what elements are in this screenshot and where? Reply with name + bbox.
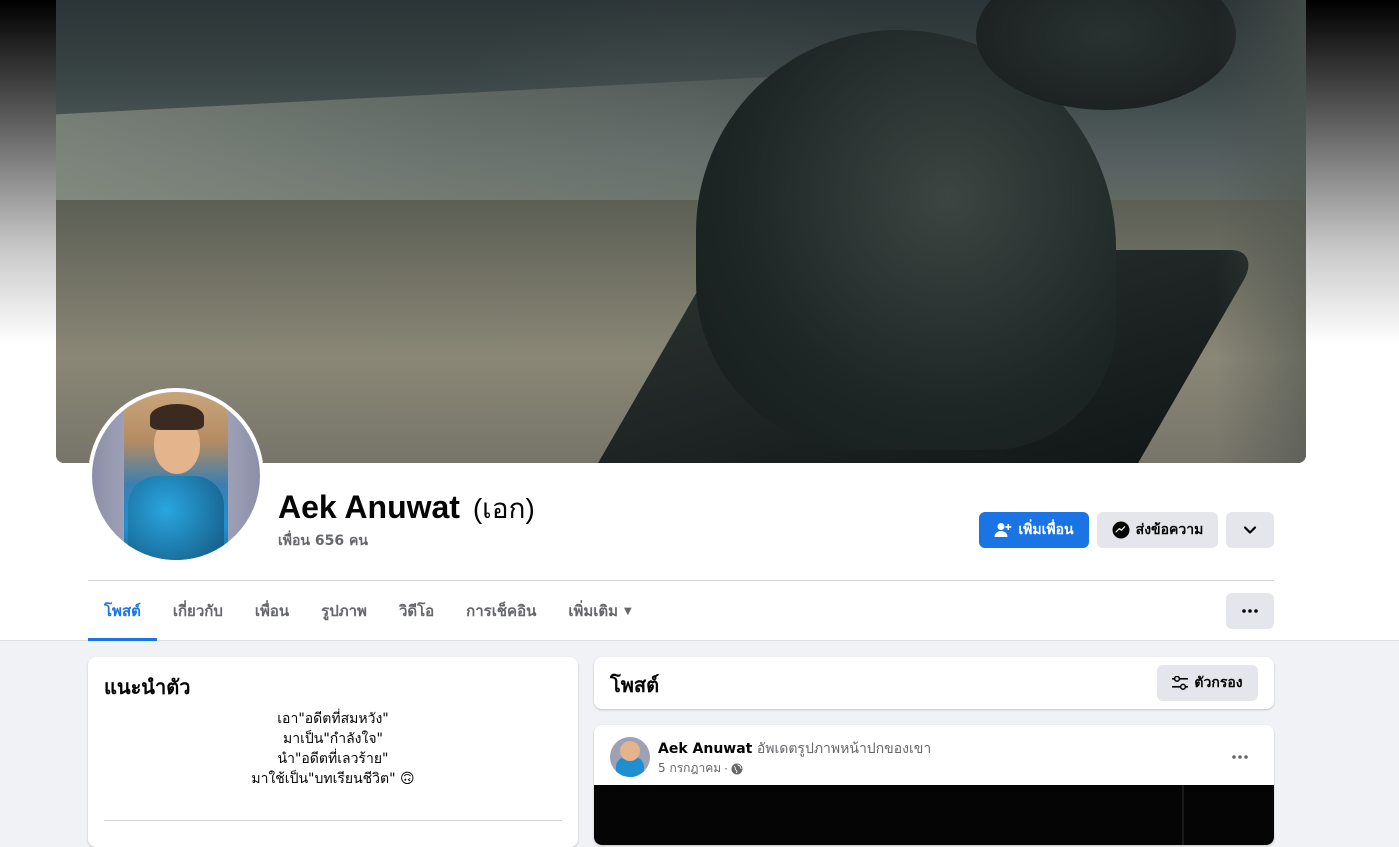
posts-header-card: โพสต์ ตัวกรอง xyxy=(594,657,1274,709)
filter-label: ตัวกรอง xyxy=(1194,675,1243,691)
bio-line: มาใช้เป็น"บทเรียนชีวิต" 🙃 xyxy=(251,771,415,787)
post-media[interactable] xyxy=(594,785,1274,845)
messenger-icon xyxy=(1112,521,1130,539)
ellipsis-icon xyxy=(1232,755,1248,759)
post-date[interactable]: 5 กรกฎาคม xyxy=(658,759,721,778)
bio-line: มาเป็น"กำลังใจ" xyxy=(282,731,383,747)
filter-button[interactable]: ตัวกรอง xyxy=(1157,665,1258,701)
chevron-down-icon xyxy=(1243,525,1257,535)
message-button[interactable]: ส่งข้อความ xyxy=(1097,512,1218,548)
post-meta: 5 กรกฎาคม · xyxy=(658,759,743,778)
friend-count[interactable]: เพื่อน 656 คน xyxy=(278,530,368,552)
post-options-button[interactable] xyxy=(1222,739,1258,775)
intro-title: แนะนำตัว xyxy=(104,675,191,699)
intro-bio: เอา"อดีตที่สมหวัง" มาเป็น"กำลังใจ" นำ"อด… xyxy=(88,709,578,789)
tab-videos[interactable]: วิดีโอ xyxy=(383,581,450,641)
profile-name-text: Aek Anuwat xyxy=(278,489,460,525)
profile-picture[interactable] xyxy=(92,392,260,560)
profile-tabs: โพสต์ เกี่ยวกับ เพื่อน รูปภาพ วิดีโอ การ… xyxy=(88,581,648,641)
tab-checkins[interactable]: การเช็คอิน xyxy=(450,581,552,641)
bio-line: เอา"อดีตที่สมหวัง" xyxy=(277,711,389,727)
meta-separator: · xyxy=(724,761,728,776)
post-author-avatar[interactable] xyxy=(610,737,650,777)
post-header-text: Aek Anuwat อัพเดตรูปภาพหน้าปกของเขา xyxy=(658,738,931,760)
profile-name: Aek Anuwat (เอก) xyxy=(278,487,535,531)
tab-friends[interactable]: เพื่อน xyxy=(239,581,305,641)
post-author-name[interactable]: Aek Anuwat xyxy=(658,741,752,757)
tabs-more-options-button[interactable] xyxy=(1226,593,1274,629)
tab-photos[interactable]: รูปภาพ xyxy=(305,581,383,641)
tab-posts[interactable]: โพสต์ xyxy=(88,581,157,641)
add-friend-label: เพิ่มเพื่อน xyxy=(1018,522,1074,538)
add-friend-icon xyxy=(994,522,1012,538)
bio-line: นำ"อดีตที่เลวร้าย" xyxy=(277,751,389,767)
post-action-text: อัพเดตรูปภาพหน้าปกของเขา xyxy=(756,741,932,757)
profile-alternate-name: (เอก) xyxy=(472,493,535,524)
intro-divider xyxy=(104,820,562,821)
globe-icon xyxy=(731,763,743,775)
tab-about[interactable]: เกี่ยวกับ xyxy=(157,581,239,641)
post-card: Aek Anuwat อัพเดตรูปภาพหน้าปกของเขา 5 กร… xyxy=(594,725,1274,845)
message-label: ส่งข้อความ xyxy=(1135,522,1204,538)
ellipsis-icon xyxy=(1242,609,1258,613)
cover-photo[interactable] xyxy=(56,0,1306,463)
add-friend-button[interactable]: เพิ่มเพื่อน xyxy=(979,512,1089,548)
tab-more[interactable]: เพิ่มเติม ▼ xyxy=(552,581,647,641)
intro-card: แนะนำตัว เอา"อดีตที่สมหวัง" มาเป็น"กำลัง… xyxy=(88,657,578,847)
caret-down-icon: ▼ xyxy=(624,605,632,617)
profile-options-button[interactable] xyxy=(1226,512,1274,548)
posts-title: โพสต์ xyxy=(610,673,660,697)
filter-icon xyxy=(1172,676,1189,690)
